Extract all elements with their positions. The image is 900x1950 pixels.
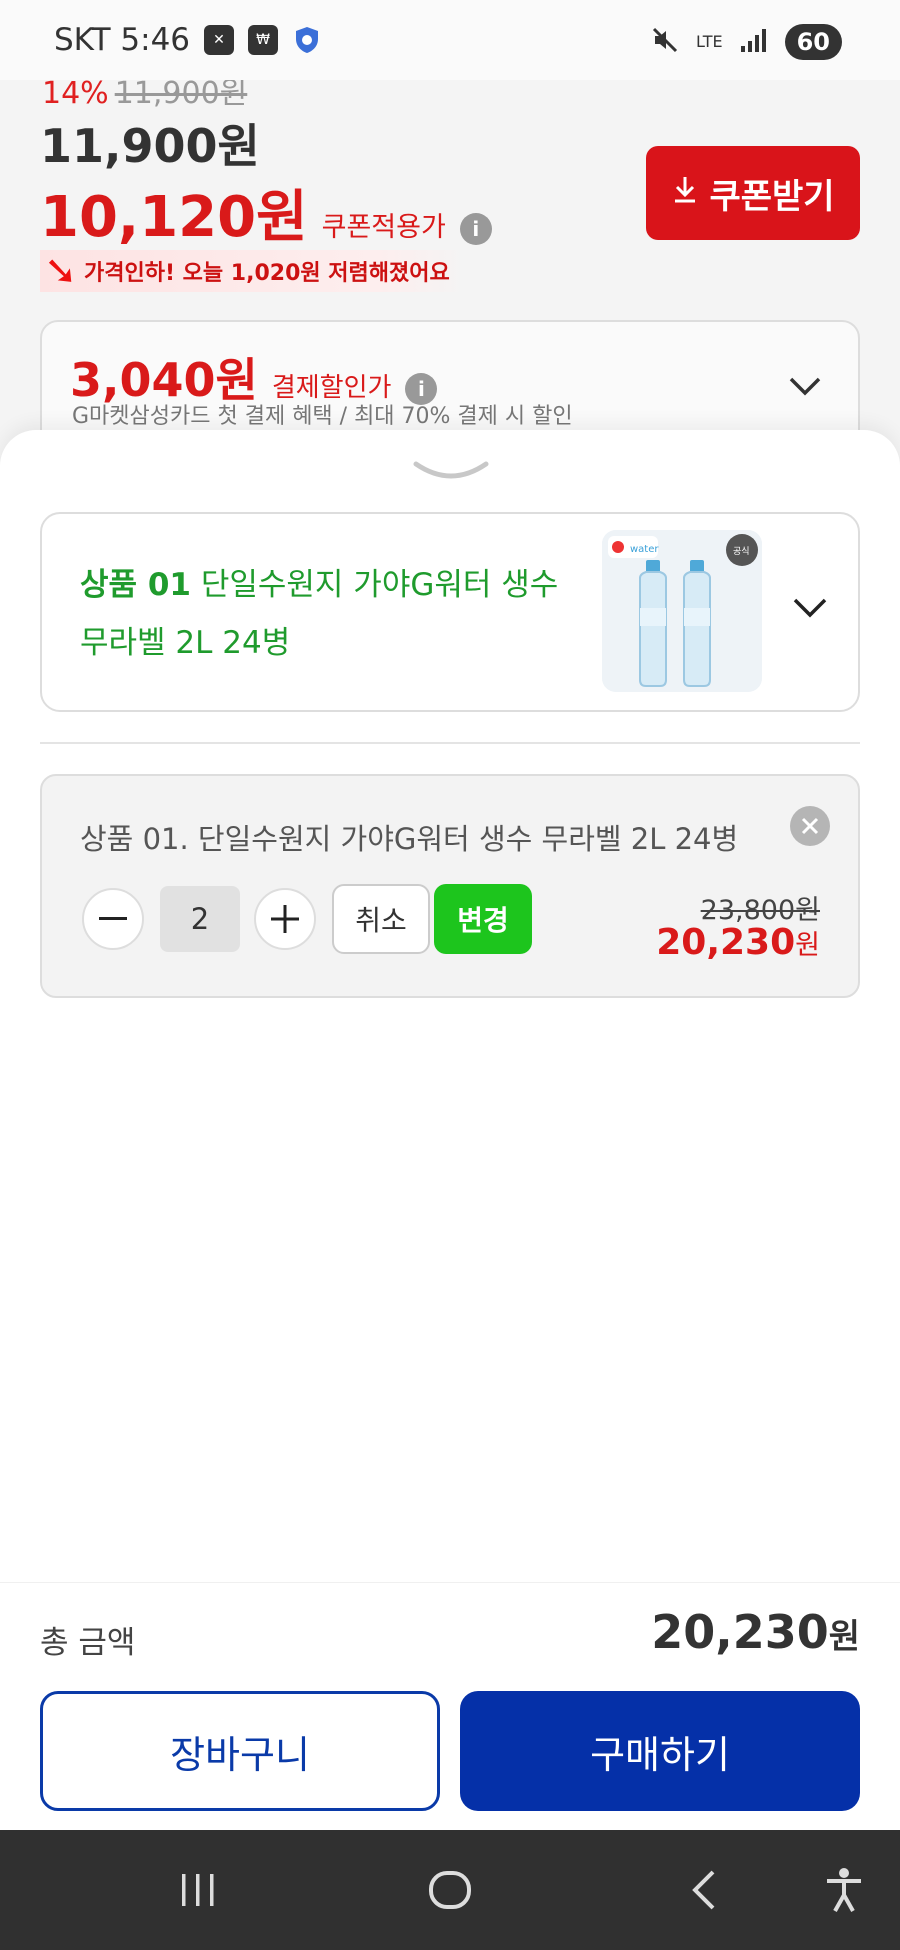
official-badge: 공식 xyxy=(733,546,750,557)
accessibility-icon xyxy=(827,1868,861,1912)
carrier-time: SKT 5:46 xyxy=(54,22,190,58)
carrier-label: SKT xyxy=(54,22,111,58)
info-icon[interactable]: i xyxy=(459,213,492,245)
chevron-down-icon[interactable] xyxy=(792,596,828,620)
close-icon xyxy=(801,817,819,835)
ad-block-icon: ✕ xyxy=(204,25,235,55)
selected-price-value: 20,230 xyxy=(656,922,796,963)
quantity-decrease-button[interactable] xyxy=(82,888,144,950)
accessibility-button[interactable] xyxy=(784,1830,900,1950)
quantity-field[interactable]: 2 xyxy=(160,886,240,952)
order-footer: 총 금액 20,230원 장바구니 구매하기 xyxy=(0,1582,900,1830)
option-number: 상품 01 xyxy=(80,567,191,603)
divider xyxy=(40,742,860,744)
total-value: 20,230 xyxy=(651,1605,829,1659)
plus-icon xyxy=(271,905,299,933)
product-price: 11,900원 xyxy=(40,119,260,173)
selected-item-price: 20,230원 xyxy=(656,922,820,963)
selected-price-unit: 원 xyxy=(795,930,820,961)
price-drop-text: 가격인하! 오늘 1,020원 저렴해졌어요 xyxy=(84,261,450,286)
battery-indicator: 60 xyxy=(784,24,842,60)
add-to-cart-button[interactable]: 장바구니 xyxy=(40,1691,440,1811)
download-icon xyxy=(671,173,699,213)
selected-item-card: 상품 01. 단일수원지 가야G워터 생수 무라벨 2L 24병 2 취소 변경… xyxy=(40,774,860,998)
coupon-price: 10,120원 xyxy=(40,185,308,250)
signal-icon xyxy=(739,26,769,58)
mute-icon xyxy=(650,25,680,59)
price-drop-banner: ➘ 가격인하! 오늘 1,020원 저렴해졌어요 xyxy=(40,250,464,292)
product-thumbnail: water 공식 xyxy=(602,530,762,692)
buy-now-button[interactable]: 구매하기 xyxy=(460,1691,860,1811)
status-right: LTE 60 xyxy=(650,24,842,60)
discount-rate: 14% xyxy=(42,76,109,111)
change-button[interactable]: 변경 xyxy=(434,884,532,954)
selected-item-name: 상품 01. 단일수원지 가야G워터 생수 무라벨 2L 24병 xyxy=(80,822,739,856)
coupon-button-label: 쿠폰받기 xyxy=(709,176,835,217)
minus-icon xyxy=(99,917,127,920)
coupon-price-label: 쿠폰적용가 xyxy=(321,212,446,243)
option-dropdown[interactable]: 상품 01 단일수원지 가야G워터 생수 무라벨 2L 24병 water 공식 xyxy=(40,512,860,712)
coupon-download-button[interactable]: 쿠폰받기 xyxy=(646,146,860,240)
sheet-collapse-handle[interactable] xyxy=(410,456,492,486)
shield-icon xyxy=(292,25,322,55)
home-icon xyxy=(429,1871,471,1909)
cancel-button[interactable]: 취소 xyxy=(332,884,430,954)
chevron-down-icon[interactable] xyxy=(788,370,822,405)
pay-icon: ₩ xyxy=(248,25,279,55)
recent-apps-button[interactable] xyxy=(138,1830,258,1950)
status-left: SKT 5:46 ✕ ₩ xyxy=(54,22,322,58)
network-type: LTE xyxy=(696,32,723,51)
clock: 5:46 xyxy=(120,22,191,58)
down-arrow-icon: ➘ xyxy=(44,248,78,294)
payment-sub-text: G마켓삼성카드 첫 결제 혜택 / 최대 70% 결제 시 할인 xyxy=(72,404,573,429)
system-nav-bar xyxy=(0,1830,900,1950)
recent-apps-icon xyxy=(182,1874,214,1906)
svg-text:water: water xyxy=(630,544,659,555)
remove-item-button[interactable] xyxy=(790,806,830,846)
back-icon xyxy=(692,1870,715,1910)
total-unit: 원 xyxy=(828,1617,860,1657)
discount-original: 11,900원 xyxy=(114,76,248,111)
total-amount: 20,230원 xyxy=(651,1605,860,1659)
home-button[interactable] xyxy=(390,1830,510,1950)
coupon-price-row: 10,120원 쿠폰적용가 i xyxy=(40,172,492,253)
option-label: 상품 01 단일수원지 가야G워터 생수 무라벨 2L 24병 xyxy=(80,556,560,672)
status-bar: SKT 5:46 ✕ ₩ LTE 60 xyxy=(0,0,900,80)
quantity-increase-button[interactable] xyxy=(254,888,316,950)
total-label: 총 금액 xyxy=(40,1625,136,1661)
back-button[interactable] xyxy=(644,1830,764,1950)
